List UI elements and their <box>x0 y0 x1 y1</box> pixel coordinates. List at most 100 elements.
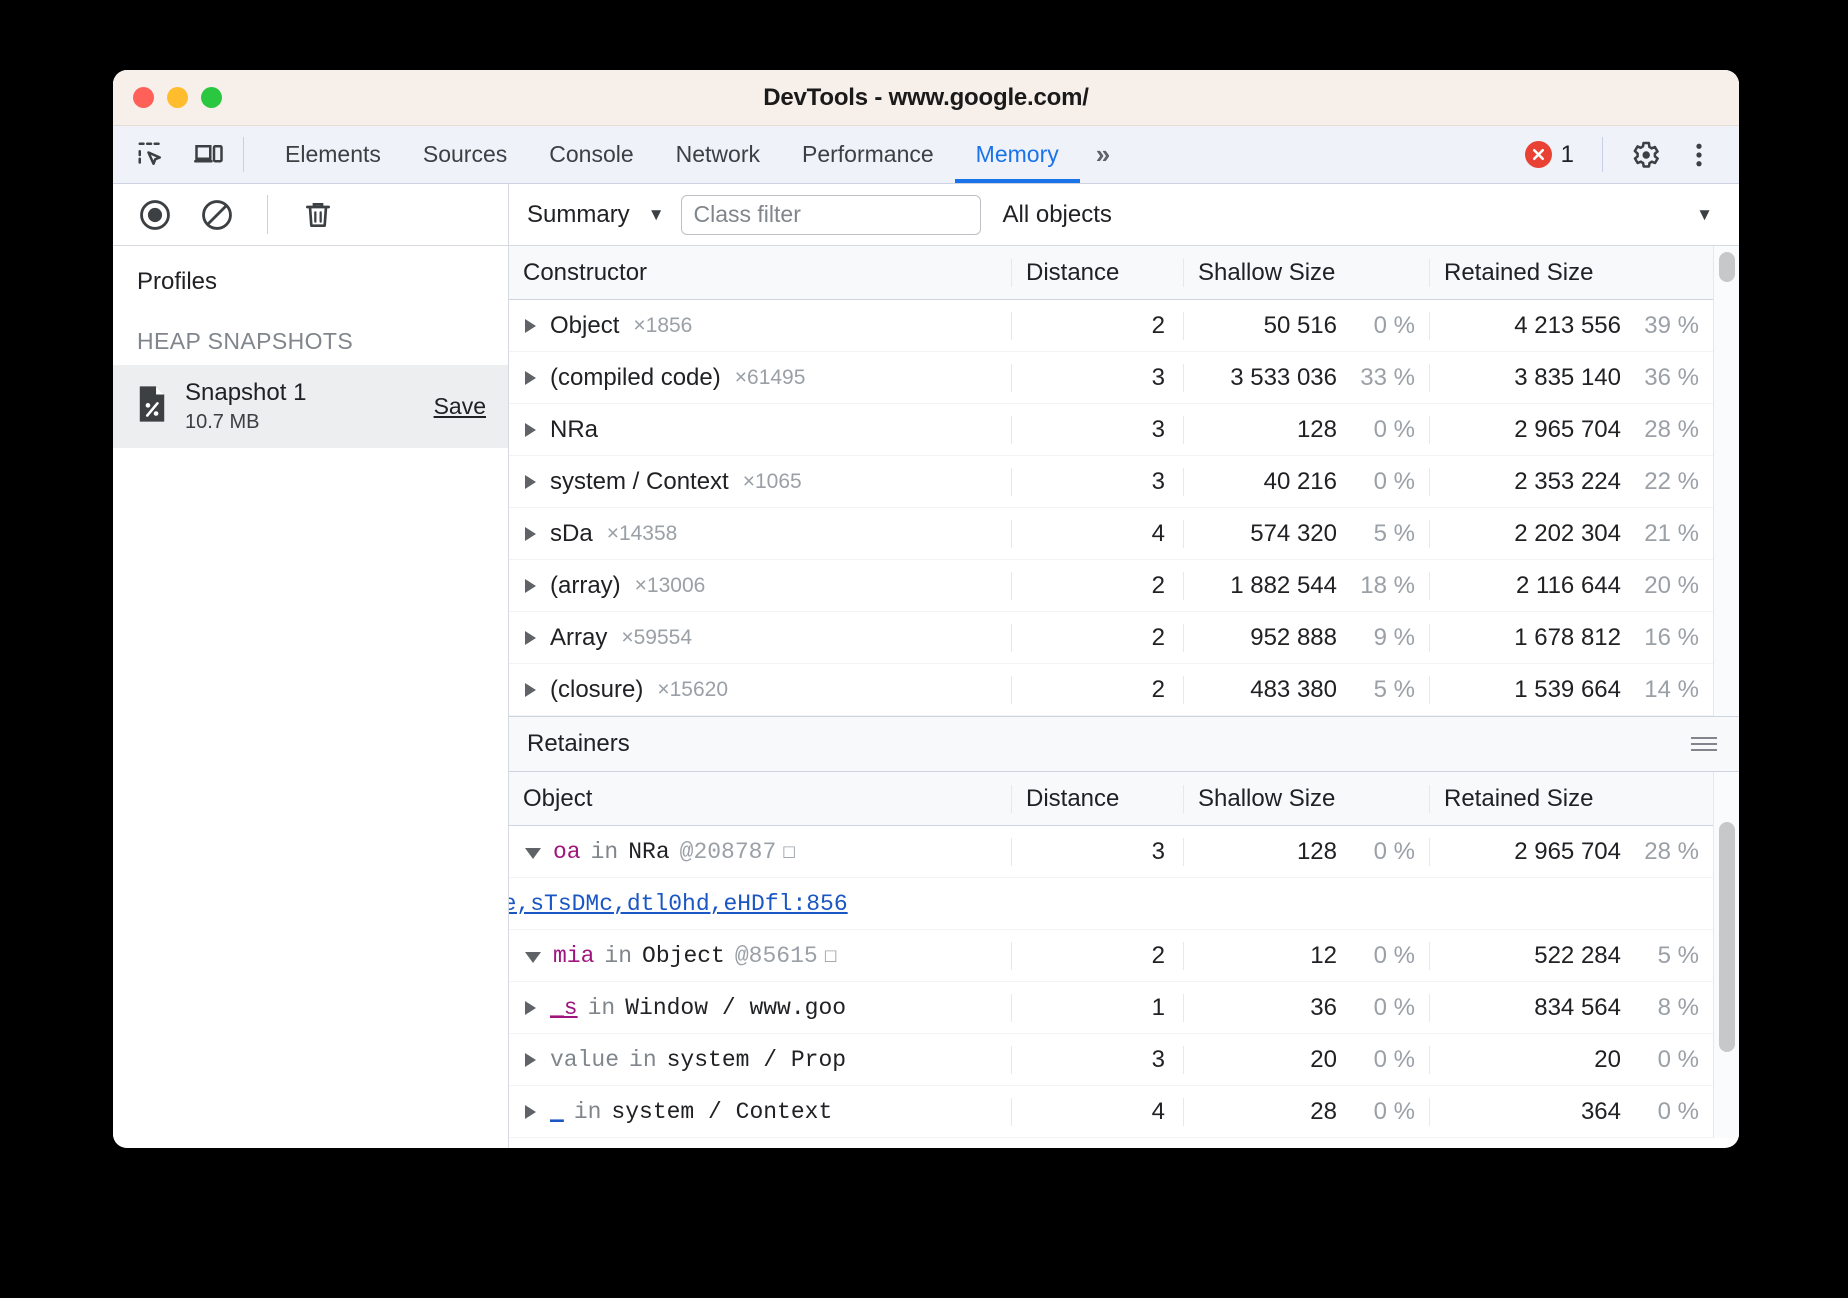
snapshot-list-item[interactable]: Snapshot 1 10.7 MB Save <box>113 365 508 448</box>
column-constructor[interactable]: Constructor <box>509 259 1011 287</box>
table-row[interactable]: mia in Object @85615 ☐ 2 12 0 % <box>509 930 1713 982</box>
constructor-count: ×1856 <box>633 314 692 338</box>
table-row[interactable]: Array ×59554 2 952 888 9 % 1 678 812 16 … <box>509 612 1713 664</box>
view-mode-chevron-down-icon[interactable]: ▼ <box>648 205 665 225</box>
constructors-scrollbar-thumb[interactable] <box>1719 252 1735 282</box>
view-mode-label[interactable]: Summary <box>527 201 630 229</box>
cell-distance: 2 <box>1011 572 1183 600</box>
column-retained-size[interactable]: Retained Size <box>1429 259 1713 287</box>
more-options-icon[interactable] <box>1675 131 1723 179</box>
snapshot-save-link[interactable]: Save <box>434 393 486 420</box>
expand-triangle-icon[interactable] <box>525 319 536 333</box>
cell-retained-size: 1 539 664 <box>1514 676 1621 704</box>
cell-shallow-pct: 5 % <box>1353 520 1415 548</box>
inspect-element-icon[interactable] <box>129 133 173 177</box>
table-row[interactable]: (closure) ×15620 2 483 380 5 % 1 539 664… <box>509 664 1713 716</box>
constructors-table-wrap: Constructor Distance Shallow Size Retain… <box>509 246 1739 716</box>
device-toolbar-icon[interactable] <box>187 133 231 177</box>
column-shallow-size[interactable]: Shallow Size <box>1183 785 1429 813</box>
retainer-in-keyword: in <box>588 995 616 1021</box>
expand-triangle-icon[interactable] <box>525 371 536 385</box>
expand-triangle-icon[interactable] <box>525 631 536 645</box>
window-titlebar: DevTools - www.google.com/ <box>113 70 1739 126</box>
devtools-body: Profiles HEAP SNAPSHOTS Snapshot 1 <box>113 184 1739 1148</box>
tab-performance[interactable]: Performance <box>781 126 955 183</box>
cell-distance: 2 <box>1011 312 1183 340</box>
table-row[interactable]: (array) ×13006 2 1 882 544 18 % 2 116 64… <box>509 560 1713 612</box>
table-row[interactable]: _ in system / Context 4 28 0 % 364 <box>509 1086 1713 1138</box>
object-filter-chevron-down-icon[interactable]: ▼ <box>1696 205 1713 225</box>
table-row[interactable]: (compiled code) ×61495 3 3 533 036 33 % … <box>509 352 1713 404</box>
devtools-window: DevTools - www.google.com/ <box>113 70 1739 1148</box>
retainer-source-icon[interactable]: ☐ <box>824 942 838 969</box>
retainer-id: @85615 <box>735 943 818 969</box>
constructor-name: sDa <box>550 520 593 548</box>
expand-triangle-icon[interactable] <box>525 527 536 541</box>
expand-triangle-icon[interactable] <box>525 423 536 437</box>
object-filter-label[interactable]: All objects <box>1003 201 1112 229</box>
cell-shallow-size: 40 216 <box>1264 468 1337 496</box>
cell-shallow-size: 12 <box>1310 942 1337 970</box>
cell-shallow-size: 574 320 <box>1250 520 1337 548</box>
column-retained-size[interactable]: Retained Size <box>1429 785 1713 813</box>
column-object[interactable]: Object <box>509 785 1011 813</box>
column-shallow-size[interactable]: Shallow Size <box>1183 259 1429 287</box>
table-row[interactable]: value in system / Prop 3 20 0 % 20 <box>509 1034 1713 1086</box>
collapse-triangle-icon[interactable] <box>525 952 541 963</box>
cell-shallow-pct: 5 % <box>1353 676 1415 704</box>
table-row[interactable]: NRa 3 128 0 % 2 965 704 28 % <box>509 404 1713 456</box>
retainer-source-link[interactable]: gKe,sTsDMc,dtl0hd,eHDfl:856 <box>509 891 848 917</box>
cell-shallow-size: 28 <box>1310 1098 1337 1126</box>
constructor-count: ×1065 <box>743 470 802 494</box>
constructors-scrollbar[interactable] <box>1713 246 1739 716</box>
retainer-property: _s <box>550 995 578 1021</box>
error-icon <box>1525 141 1552 168</box>
delete-button[interactable] <box>294 191 342 239</box>
column-distance[interactable]: Distance <box>1011 785 1183 813</box>
more-tabs-icon[interactable]: » <box>1080 126 1124 183</box>
retainer-source-link-row: gKe,sTsDMc,dtl0hd,eHDfl:856 <box>509 878 1713 930</box>
cell-retained-size: 2 202 304 <box>1514 520 1621 548</box>
cell-retained-pct: 14 % <box>1637 676 1699 704</box>
retainers-scrollbar-thumb[interactable] <box>1719 822 1735 1052</box>
retainer-in-keyword: in <box>574 1099 602 1125</box>
constructors-table-header: Constructor Distance Shallow Size Retain… <box>509 246 1713 300</box>
cell-retained-pct: 8 % <box>1637 994 1699 1022</box>
tab-sources[interactable]: Sources <box>402 126 528 183</box>
cell-distance: 3 <box>1011 416 1183 444</box>
tab-elements[interactable]: Elements <box>264 126 402 183</box>
cell-shallow-pct: 0 % <box>1353 416 1415 444</box>
retainers-menu-icon[interactable] <box>1691 737 1717 751</box>
cell-retained-size: 2 965 704 <box>1514 838 1621 866</box>
tab-memory[interactable]: Memory <box>955 126 1080 183</box>
table-row[interactable]: Object ×1856 2 50 516 0 % 4 213 556 39 % <box>509 300 1713 352</box>
retainers-scrollbar[interactable] <box>1713 772 1739 1138</box>
cell-retained-size: 2 965 704 <box>1514 416 1621 444</box>
record-button[interactable] <box>131 191 179 239</box>
constructor-count: ×59554 <box>621 626 692 650</box>
cell-retained-size: 1 678 812 <box>1514 624 1621 652</box>
expand-triangle-icon[interactable] <box>525 475 536 489</box>
cell-retained-size: 364 <box>1581 1098 1621 1126</box>
table-row[interactable]: sDa ×14358 4 574 320 5 % 2 202 304 21 % <box>509 508 1713 560</box>
cell-shallow-size: 20 <box>1310 1046 1337 1074</box>
error-count-badge[interactable]: 1 <box>1515 141 1584 169</box>
expand-triangle-icon[interactable] <box>525 1105 536 1119</box>
retainer-source-icon[interactable]: ☐ <box>782 838 796 865</box>
column-distance[interactable]: Distance <box>1011 259 1183 287</box>
class-filter-input[interactable] <box>681 195 981 235</box>
expand-triangle-icon[interactable] <box>525 683 536 697</box>
table-row[interactable]: _s in Window / www.goo 1 36 0 % 834 564 <box>509 982 1713 1034</box>
tab-console[interactable]: Console <box>528 126 654 183</box>
table-row[interactable]: system / Context ×1065 3 40 216 0 % 2 35… <box>509 456 1713 508</box>
clear-button[interactable] <box>193 191 241 239</box>
expand-triangle-icon[interactable] <box>525 1001 536 1015</box>
collapse-triangle-icon[interactable] <box>525 848 541 859</box>
tab-network[interactable]: Network <box>655 126 781 183</box>
settings-gear-icon[interactable] <box>1621 131 1669 179</box>
cell-retained-pct: 21 % <box>1637 520 1699 548</box>
expand-triangle-icon[interactable] <box>525 579 536 593</box>
table-row[interactable]: oa in NRa @208787 ☐ 3 128 0 % <box>509 826 1713 878</box>
expand-triangle-icon[interactable] <box>525 1053 536 1067</box>
constructor-name: system / Context <box>550 468 729 496</box>
